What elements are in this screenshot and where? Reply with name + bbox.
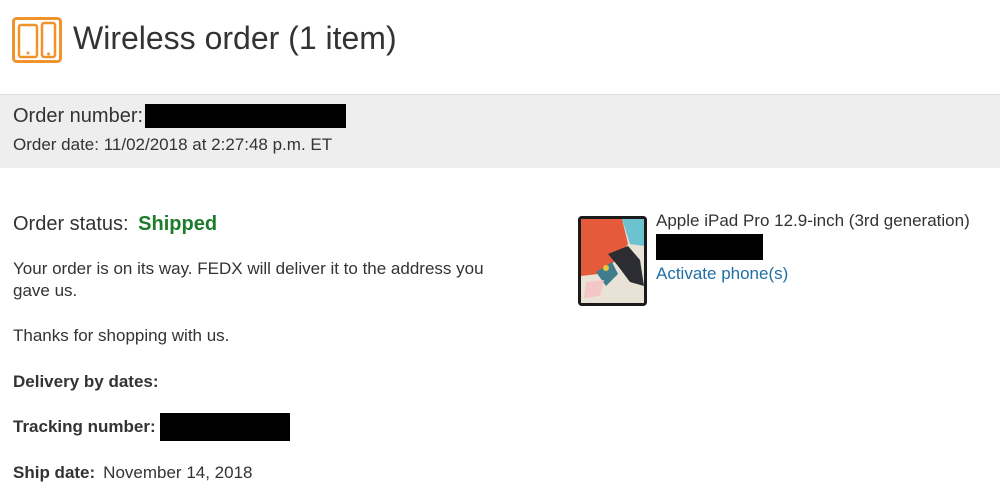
order-status-value: Shipped <box>138 213 218 235</box>
order-number-redacted <box>145 104 347 128</box>
delivery-dates-row: Delivery by dates: <box>13 370 159 394</box>
ship-date-label: Ship date: <box>13 463 96 482</box>
ipad-artwork-icon <box>578 216 647 306</box>
order-number-label: Order number: <box>13 105 144 127</box>
order-status-label: Order status: <box>13 213 129 235</box>
order-details: Order status: Shipped Your order is on i… <box>13 210 533 482</box>
tracking-number-redacted <box>159 413 290 441</box>
order-date: Order date: 11/02/2018 at 2:27:48 p.m. E… <box>13 135 333 154</box>
thanks-message: Thanks for shopping with us. <box>13 326 230 345</box>
activate-phone-link[interactable]: Activate phone(s) <box>656 263 970 285</box>
shipping-message: Your order is on its way. FEDX will deli… <box>13 259 484 300</box>
devices-icon <box>12 17 62 63</box>
order-number-row: Order number: <box>13 103 347 129</box>
page-header: Wireless order (1 item) <box>0 0 1000 94</box>
tracking-number-row: Tracking number: <box>13 413 290 441</box>
ship-date-value: November 14, 2018 <box>103 463 253 482</box>
product-identifier-redacted <box>656 234 763 260</box>
order-info-band: Order number: Order date: 11/02/2018 at … <box>0 94 1000 168</box>
delivery-dates-label: Delivery by dates: <box>13 372 159 391</box>
ship-date-row: Ship date: November 14, 2018 <box>13 461 253 485</box>
tracking-number-label: Tracking number: <box>13 417 156 436</box>
product-image[interactable] <box>578 216 647 306</box>
page-title: Wireless order (1 item) <box>73 20 397 56</box>
order-status-row: Order status: Shipped <box>13 210 533 238</box>
product-name: Apple iPad Pro 12.9-inch (3rd generation… <box>656 211 970 230</box>
product-info: Apple iPad Pro 12.9-inch (3rd generation… <box>656 210 970 285</box>
